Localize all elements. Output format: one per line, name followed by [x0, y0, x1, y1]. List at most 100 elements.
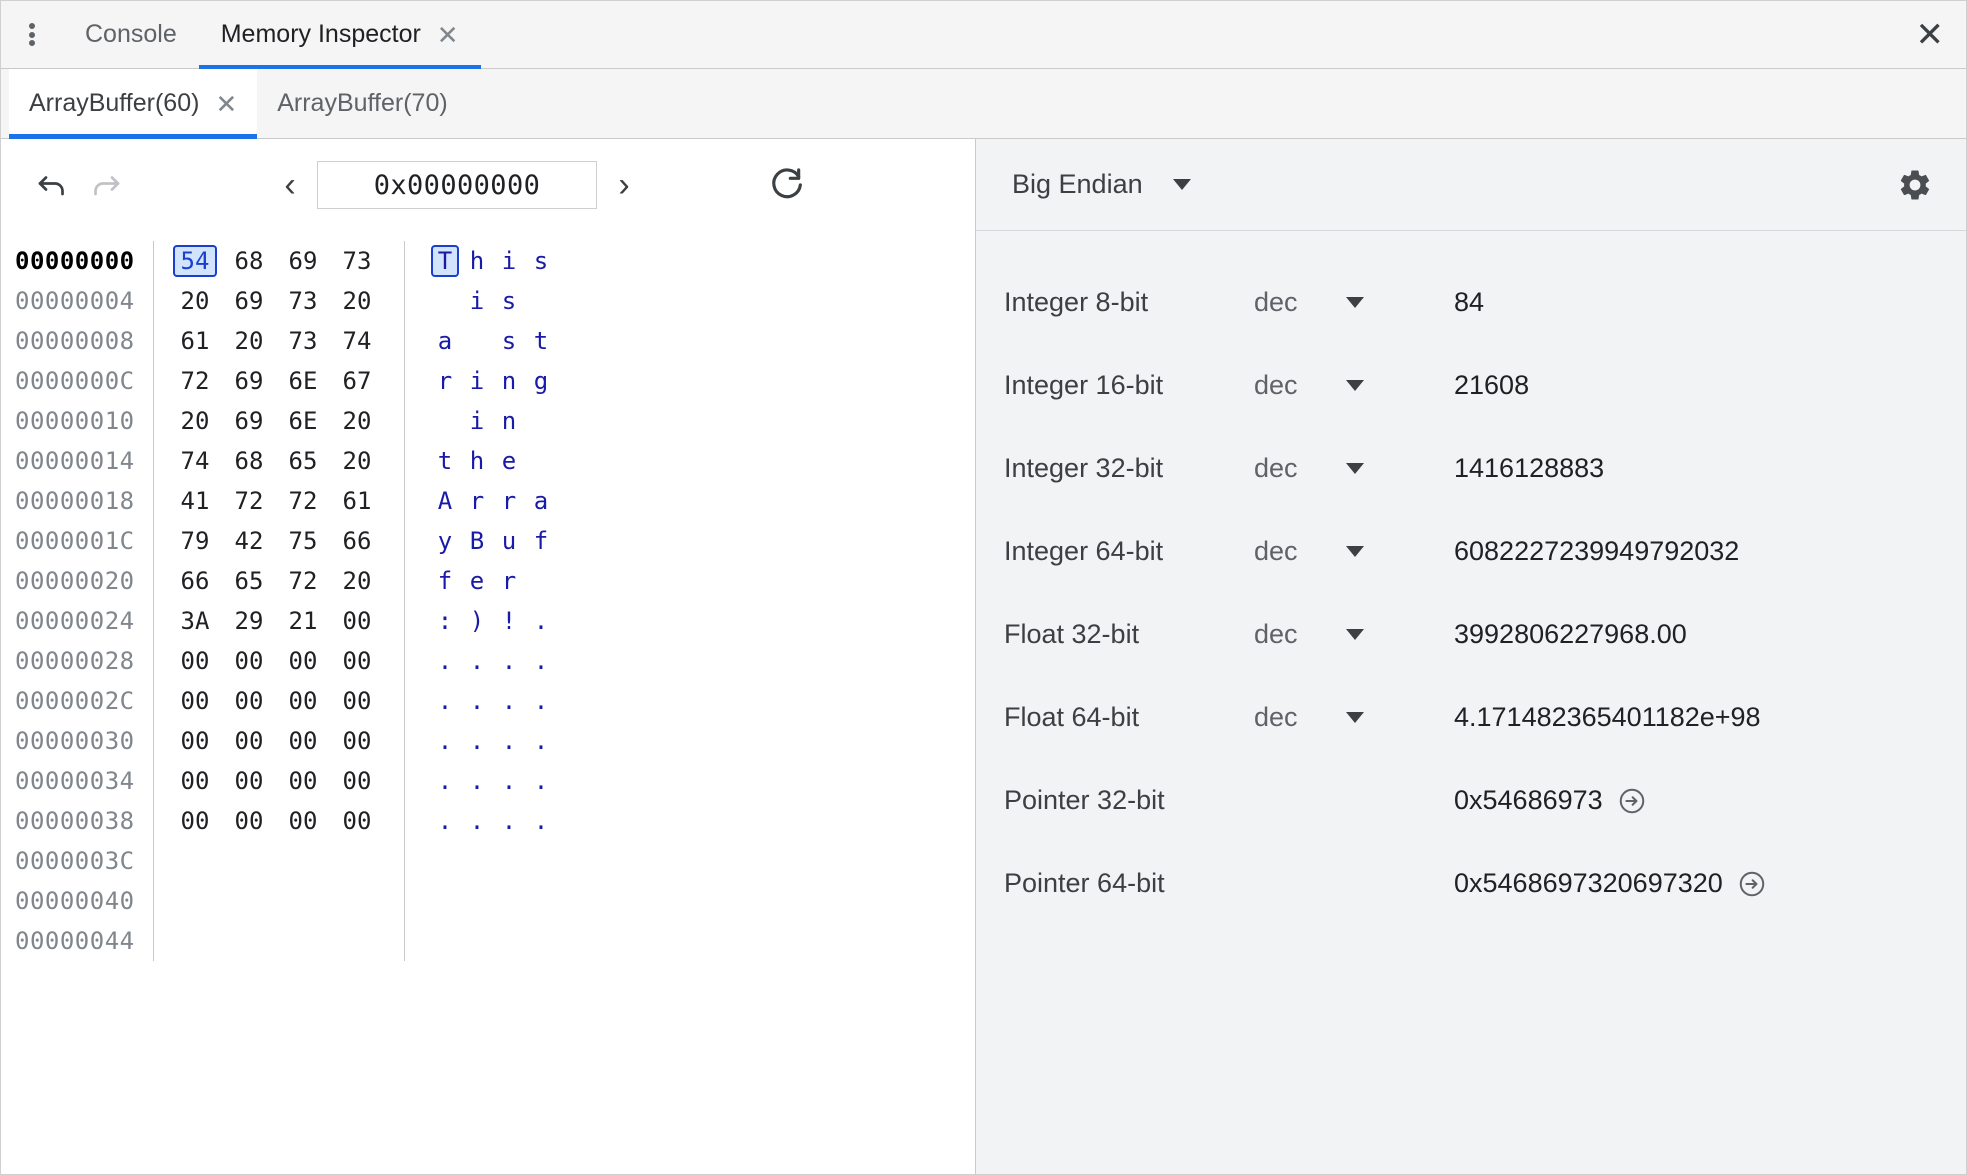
ascii-char[interactable]	[525, 285, 557, 317]
ascii-char[interactable]: i	[461, 405, 493, 437]
hex-byte[interactable]: 73	[276, 285, 330, 317]
hex-byte[interactable]: 79	[168, 525, 222, 557]
ascii-char[interactable]: h	[461, 245, 493, 277]
hex-byte[interactable]: 00	[276, 805, 330, 837]
hex-row[interactable]: 00000000 54 68 69 73 Th i s	[1, 241, 975, 281]
hex-row[interactable]: 00000004 20 69 73 20 is	[1, 281, 975, 321]
ascii-char[interactable]: A	[429, 485, 461, 517]
ascii-char[interactable]: g	[525, 365, 557, 397]
hex-byte[interactable]: 75	[276, 525, 330, 557]
ascii-char[interactable]: u	[493, 525, 525, 557]
ascii-char[interactable]: .	[525, 685, 557, 717]
settings-button[interactable]	[1888, 158, 1942, 212]
hex-byte[interactable]: 68	[222, 245, 276, 277]
hex-byte[interactable]: 65	[222, 565, 276, 597]
ascii-char[interactable]: B	[461, 525, 493, 557]
ascii-char[interactable]: :	[429, 605, 461, 637]
value-mode-dropdown[interactable]: dec	[1254, 287, 1454, 318]
hex-byte[interactable]: 72	[168, 365, 222, 397]
hex-byte[interactable]: 66	[330, 525, 384, 557]
hex-byte[interactable]: 20	[330, 445, 384, 477]
hex-row[interactable]: 00000010 20 69 6E 20 in	[1, 401, 975, 441]
value-mode-dropdown[interactable]: dec	[1254, 619, 1454, 650]
hex-byte[interactable]: 20	[168, 405, 222, 437]
value-mode-dropdown[interactable]: dec	[1254, 453, 1454, 484]
hex-row[interactable]: 00000028 00 00 00 00....	[1, 641, 975, 681]
ascii-char[interactable]: s	[493, 325, 525, 357]
ascii-char[interactable]	[525, 445, 557, 477]
ascii-char[interactable]: .	[429, 765, 461, 797]
ascii-char[interactable]: .	[493, 805, 525, 837]
hex-byte[interactable]: 20	[330, 565, 384, 597]
ascii-char[interactable]: n	[493, 365, 525, 397]
ascii-char[interactable]: a	[525, 485, 557, 517]
hex-byte[interactable]: 69	[276, 245, 330, 277]
jump-to-address-icon[interactable]	[1737, 869, 1767, 899]
hex-byte[interactable]: 42	[222, 525, 276, 557]
hex-byte[interactable]: 00	[330, 805, 384, 837]
hex-byte[interactable]: 00	[276, 725, 330, 757]
ascii-char[interactable]: .	[493, 685, 525, 717]
ascii-char[interactable]: )	[461, 605, 493, 637]
hex-byte[interactable]: 00	[168, 685, 222, 717]
ascii-char[interactable]: h	[461, 445, 493, 477]
hex-byte[interactable]: 67	[330, 365, 384, 397]
hex-byte[interactable]: 69	[222, 405, 276, 437]
ascii-char[interactable]: .	[429, 805, 461, 837]
hex-byte[interactable]: 73	[276, 325, 330, 357]
endianness-dropdown[interactable]: Big Endian	[1004, 165, 1199, 204]
hex-dump-view[interactable]: 00000000 54 68 69 73 Th i s 00000004 20 69 73 20 is …	[1, 231, 975, 1174]
ascii-char[interactable]: y	[429, 525, 461, 557]
hex-byte[interactable]: 00	[222, 805, 276, 837]
ascii-char[interactable]: n	[493, 405, 525, 437]
buffer-tab-arraybuffer-60[interactable]: ArrayBuffer(60) ✕	[9, 69, 258, 139]
hex-byte[interactable]: 00	[168, 645, 222, 677]
undo-button[interactable]	[25, 158, 79, 212]
ascii-char[interactable]: r	[493, 565, 525, 597]
tab-memory-inspector[interactable]: Memory Inspector ✕	[198, 1, 481, 69]
hex-row[interactable]: 00000044	[1, 921, 975, 961]
ascii-char[interactable]	[429, 405, 461, 437]
hex-byte[interactable]: 69	[222, 365, 276, 397]
tab-console[interactable]: Console	[63, 1, 199, 68]
ascii-char[interactable]: .	[461, 805, 493, 837]
ascii-char[interactable]: s	[525, 245, 557, 277]
close-icon[interactable]: ✕	[437, 22, 459, 48]
redo-button[interactable]	[79, 158, 133, 212]
ascii-char[interactable]: .	[461, 765, 493, 797]
hex-byte[interactable]: 3A	[168, 605, 222, 637]
hex-byte[interactable]: 00	[276, 685, 330, 717]
hex-row[interactable]: 0000001C 79 42 75 66 y Bu f	[1, 521, 975, 561]
hex-row[interactable]: 00000018 41 72 72 61 Ar r a	[1, 481, 975, 521]
ascii-char[interactable]	[525, 405, 557, 437]
ascii-char[interactable]: .	[493, 645, 525, 677]
ascii-char[interactable]: r	[461, 485, 493, 517]
hex-byte[interactable]: 73	[330, 245, 384, 277]
hex-byte[interactable]: 29	[222, 605, 276, 637]
close-icon[interactable]: ✕	[215, 91, 237, 117]
ascii-char[interactable]: .	[461, 725, 493, 757]
hex-row[interactable]: 00000020 66 65 72 20 f e r	[1, 561, 975, 601]
hex-row[interactable]: 00000040	[1, 881, 975, 921]
hex-byte[interactable]: 21	[276, 605, 330, 637]
hex-byte[interactable]: 00	[330, 685, 384, 717]
ascii-char[interactable]: i	[461, 285, 493, 317]
ascii-char[interactable]: .	[429, 725, 461, 757]
hex-byte[interactable]: 61	[168, 325, 222, 357]
ascii-char[interactable]: a	[429, 325, 461, 357]
hex-row[interactable]: 00000030 00 00 00 00....	[1, 721, 975, 761]
hex-row[interactable]: 0000003C	[1, 841, 975, 881]
ascii-char[interactable]: t	[525, 325, 557, 357]
hex-byte[interactable]: 00	[168, 725, 222, 757]
hex-byte[interactable]: 00	[276, 645, 330, 677]
ascii-char[interactable]: f	[525, 525, 557, 557]
ascii-char[interactable]: !	[493, 605, 525, 637]
ascii-char[interactable]: r	[493, 485, 525, 517]
hex-byte[interactable]: 00	[330, 645, 384, 677]
ascii-char[interactable]	[461, 325, 493, 357]
value-mode-dropdown[interactable]: dec	[1254, 702, 1454, 733]
hex-row[interactable]: 00000038 00 00 00 00....	[1, 801, 975, 841]
ascii-char[interactable]: .	[525, 605, 557, 637]
hex-byte[interactable]: 66	[168, 565, 222, 597]
hex-byte[interactable]: 6E	[276, 365, 330, 397]
